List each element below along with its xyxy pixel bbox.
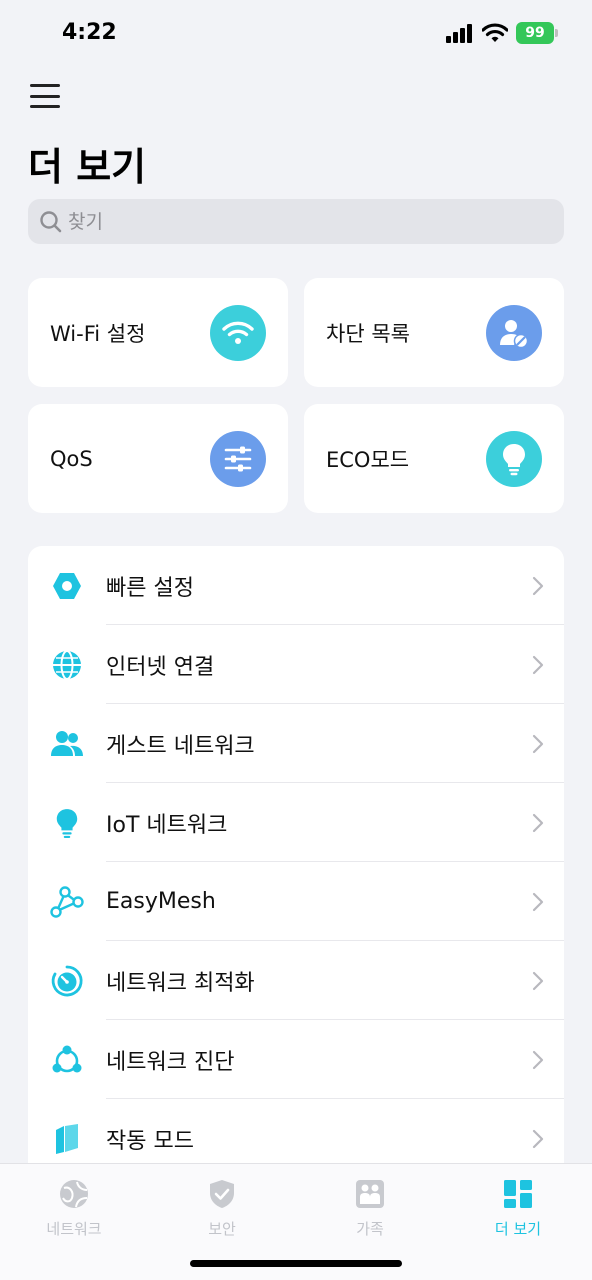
card-label: 차단 목록 [326,321,410,346]
mode-icon [50,1122,84,1156]
search-icon [40,210,62,232]
chevron-right-icon [532,576,544,595]
page-title: 더 보기 [28,145,147,189]
card-qos[interactable]: QoS [28,404,288,513]
chevron-right-icon [532,971,544,990]
lightbulb-icon [486,430,542,487]
tab-security[interactable]: 보안 [148,1178,296,1239]
list-item-network-optimization[interactable]: 네트워크 최적화 [28,941,564,1020]
list-item-iot-network[interactable]: IoT 네트워크 [28,783,564,862]
list-item-quick-setup[interactable]: 빠른 설정 [28,546,564,625]
globe-icon [60,1180,88,1208]
status-bar: 4:22 99 [0,0,592,70]
family-icon [356,1180,384,1208]
search-input[interactable] [68,210,548,233]
guests-icon [50,727,84,761]
card-label: ECO모드 [326,447,410,472]
item-label: 인터넷 연결 [106,654,215,680]
status-time: 4:22 [62,20,117,45]
item-label: 작동 모드 [106,1128,194,1154]
grid-icon [504,1180,532,1208]
lightbulb-icon [50,806,84,840]
list-item-network-diagnostics[interactable]: 네트워크 진단 [28,1020,564,1099]
battery-level: 99 [525,25,545,41]
chevron-right-icon [532,892,544,911]
shield-icon [210,1180,234,1208]
chevron-right-icon [532,734,544,753]
list-item-internet-connection[interactable]: 인터넷 연결 [28,625,564,704]
sliders-icon [210,430,266,487]
card-label: Wi-Fi 설정 [50,321,146,346]
globe-icon [50,648,84,682]
home-indicator [190,1260,402,1267]
tab-label: 가족 [356,1220,384,1238]
diagnose-icon [50,1043,84,1077]
status-icons: 99 [446,22,558,44]
hexagon-icon [50,569,84,603]
card-wifi-settings[interactable]: Wi-Fi 설정 [28,278,288,387]
card-label: QoS [50,446,93,471]
tab-more[interactable]: 더 보기 [444,1178,592,1239]
battery-indicator: 99 [516,22,558,44]
wifi-status-icon [482,23,508,42]
list-item-easymesh[interactable]: EasyMesh [28,862,564,941]
settings-list: 빠른 설정 인터넷 연결 게스트 네트워크 IoT 네트워크 EasyMesh … [28,546,564,1186]
item-label: 네트워크 진단 [106,1049,235,1075]
chevron-right-icon [532,1129,544,1148]
tab-label: 더 보기 [494,1220,542,1238]
mesh-icon [50,885,84,919]
list-item-guest-network[interactable]: 게스트 네트워크 [28,704,564,783]
item-label: 네트워크 최적화 [106,970,255,996]
item-label: 게스트 네트워크 [106,733,255,759]
item-label: IoT 네트워크 [106,812,228,838]
wifi-icon [210,304,266,361]
quick-cards: Wi-Fi 설정 차단 목록 QoS ECO모드 [28,278,564,513]
item-label: EasyMesh [106,889,216,914]
search-bar[interactable] [28,199,564,244]
card-eco-mode[interactable]: ECO모드 [304,404,564,513]
tab-family[interactable]: 가족 [296,1178,444,1239]
chevron-right-icon [532,655,544,674]
chevron-right-icon [532,1050,544,1069]
chevron-right-icon [532,813,544,832]
cellular-signal-icon [446,24,472,43]
tab-network[interactable]: 네트워크 [0,1178,148,1239]
tab-label: 보안 [208,1220,236,1238]
item-label: 빠른 설정 [106,575,194,601]
tab-label: 네트워크 [46,1220,102,1238]
optimize-icon [50,964,84,998]
blocked-user-icon [486,304,542,361]
menu-icon[interactable] [30,84,60,108]
card-block-list[interactable]: 차단 목록 [304,278,564,387]
